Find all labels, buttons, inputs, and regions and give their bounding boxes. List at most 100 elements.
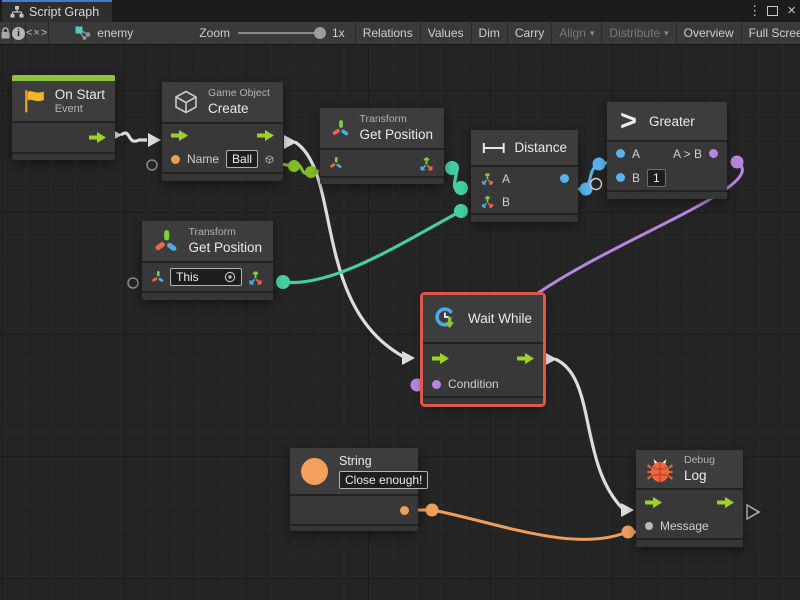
info-button[interactable]: i xyxy=(12,22,26,44)
node-category: Debug xyxy=(684,454,715,467)
cube-icon xyxy=(173,89,199,115)
float-out-port[interactable] xyxy=(560,174,569,183)
align-dropdown[interactable]: Align ▾ xyxy=(552,22,602,44)
zoom-slider[interactable] xyxy=(238,32,324,34)
this-value-field[interactable]: This xyxy=(170,268,242,286)
wire-onstart-to-create[interactable] xyxy=(121,133,147,141)
node-title: Get Position xyxy=(188,239,262,256)
tab-title: Script Graph xyxy=(29,5,99,19)
node-on-start[interactable]: On Start Event xyxy=(12,75,115,160)
transform-in-port[interactable] xyxy=(151,270,165,284)
string-out-port[interactable] xyxy=(400,506,409,515)
info-icon: i xyxy=(12,27,25,40)
transform-in-port[interactable] xyxy=(329,156,343,170)
node-title: Greater xyxy=(649,113,695,130)
zoom-slider-handle[interactable] xyxy=(314,27,326,39)
graph-canvas[interactable]: On Start Event Game Object Create xyxy=(0,45,800,600)
node-create-game-object[interactable]: Game Object Create Name Ball xyxy=(162,82,283,181)
script-graph-icon xyxy=(10,6,24,18)
chevron-down-icon: ▾ xyxy=(590,28,595,39)
wait-clock-icon xyxy=(434,303,459,334)
window-menu-icon[interactable]: ⋮ xyxy=(748,3,758,19)
graph-name: enemy xyxy=(97,26,133,40)
node-category: Game Object xyxy=(208,87,270,100)
object-picker-icon[interactable] xyxy=(224,271,236,283)
wire-string-to-message[interactable] xyxy=(418,510,640,539)
node-category: Transform xyxy=(359,113,433,126)
flow-in-port[interactable] xyxy=(645,497,662,508)
wire-arrowhead xyxy=(148,133,161,147)
port-label: Message xyxy=(660,519,709,533)
vector3-out-port[interactable] xyxy=(418,155,435,172)
node-title: Distance xyxy=(514,139,567,156)
tab-script-graph[interactable]: Script Graph xyxy=(2,0,112,22)
transform-icon xyxy=(331,115,350,142)
relations-button[interactable]: Relations xyxy=(355,22,421,44)
vector3-in-port-b[interactable] xyxy=(480,194,495,209)
close-icon[interactable]: × xyxy=(787,6,796,16)
node-debug-log[interactable]: Debug Log Message xyxy=(636,450,743,547)
lock-button[interactable] xyxy=(0,22,12,44)
graph-pointer-icon xyxy=(75,26,91,40)
wire-arrowhead xyxy=(544,352,557,366)
zoom-value: 1x xyxy=(332,26,345,40)
port-label: A xyxy=(502,172,510,186)
zoom-label: Zoom xyxy=(199,26,230,40)
string-in-port[interactable] xyxy=(171,155,180,164)
distance-icon xyxy=(482,141,505,155)
b-value-field[interactable]: 1 xyxy=(647,169,666,187)
flow-out-port[interactable] xyxy=(257,130,274,141)
game-object-out-port[interactable] xyxy=(265,152,274,167)
output-label: A > B xyxy=(673,147,702,161)
node-title: Create xyxy=(208,100,270,117)
code-icon: <×> xyxy=(26,27,48,39)
bool-out-port[interactable] xyxy=(709,149,718,158)
wire-waitwhile-to-log[interactable] xyxy=(555,359,623,509)
node-string-literal[interactable]: String Close enough! xyxy=(290,448,418,531)
vector3-out-port[interactable] xyxy=(247,269,264,286)
flow-out-port[interactable] xyxy=(717,497,734,508)
unconnected-port-ring xyxy=(591,179,602,190)
transform-icon xyxy=(153,228,179,255)
node-subtitle: Event xyxy=(55,103,105,116)
unconnected-flow-arrow xyxy=(747,505,759,519)
name-value-field[interactable]: Ball xyxy=(226,150,258,168)
chevron-down-icon: ▾ xyxy=(664,28,669,39)
zoom-control: Zoom 1x xyxy=(133,22,354,44)
string-value-field[interactable]: Close enough! xyxy=(339,471,428,489)
maximize-icon[interactable] xyxy=(767,6,778,16)
node-get-position-enemy[interactable]: Transform Get Position xyxy=(320,108,444,184)
code-view-button[interactable]: <×> xyxy=(26,22,49,44)
node-distance[interactable]: Distance A B xyxy=(471,130,578,222)
condition-in-port[interactable] xyxy=(432,380,441,389)
node-wait-while[interactable]: Wait While Condition xyxy=(423,295,543,404)
vector3-in-port-a[interactable] xyxy=(480,171,495,186)
node-greater[interactable]: > Greater A A > B B 1 xyxy=(607,102,727,199)
message-in-port[interactable] xyxy=(645,522,653,530)
float-in-port-b[interactable] xyxy=(616,173,625,182)
node-category: Transform xyxy=(188,226,262,239)
port-label: B xyxy=(502,195,510,209)
flow-out-port[interactable] xyxy=(517,353,534,364)
greater-icon: > xyxy=(620,108,637,134)
carry-button[interactable]: Carry xyxy=(508,22,552,44)
flow-in-port[interactable] xyxy=(171,130,188,141)
full-screen-button[interactable]: Full Screen xyxy=(742,22,800,44)
distribute-dropdown[interactable]: Distribute ▾ xyxy=(602,22,676,44)
wire-arrowhead xyxy=(402,351,415,365)
flow-in-port[interactable] xyxy=(432,353,449,364)
flow-out-port[interactable] xyxy=(89,132,106,143)
wire-getposition-to-distance-b[interactable] xyxy=(283,211,461,283)
graph-breadcrumb[interactable]: enemy xyxy=(49,22,133,44)
port-label: A xyxy=(632,147,640,161)
port-label: B xyxy=(632,171,640,185)
node-get-position-this[interactable]: Transform Get Position This xyxy=(142,221,273,300)
float-in-port-a[interactable] xyxy=(616,149,625,158)
dim-button[interactable]: Dim xyxy=(472,22,508,44)
window-titlebar: Script Graph ⋮ × xyxy=(0,0,800,22)
overview-button[interactable]: Overview xyxy=(677,22,742,44)
node-title: On Start xyxy=(55,86,105,103)
values-button[interactable]: Values xyxy=(421,22,472,44)
node-title: Log xyxy=(684,467,715,484)
string-icon xyxy=(301,458,328,485)
